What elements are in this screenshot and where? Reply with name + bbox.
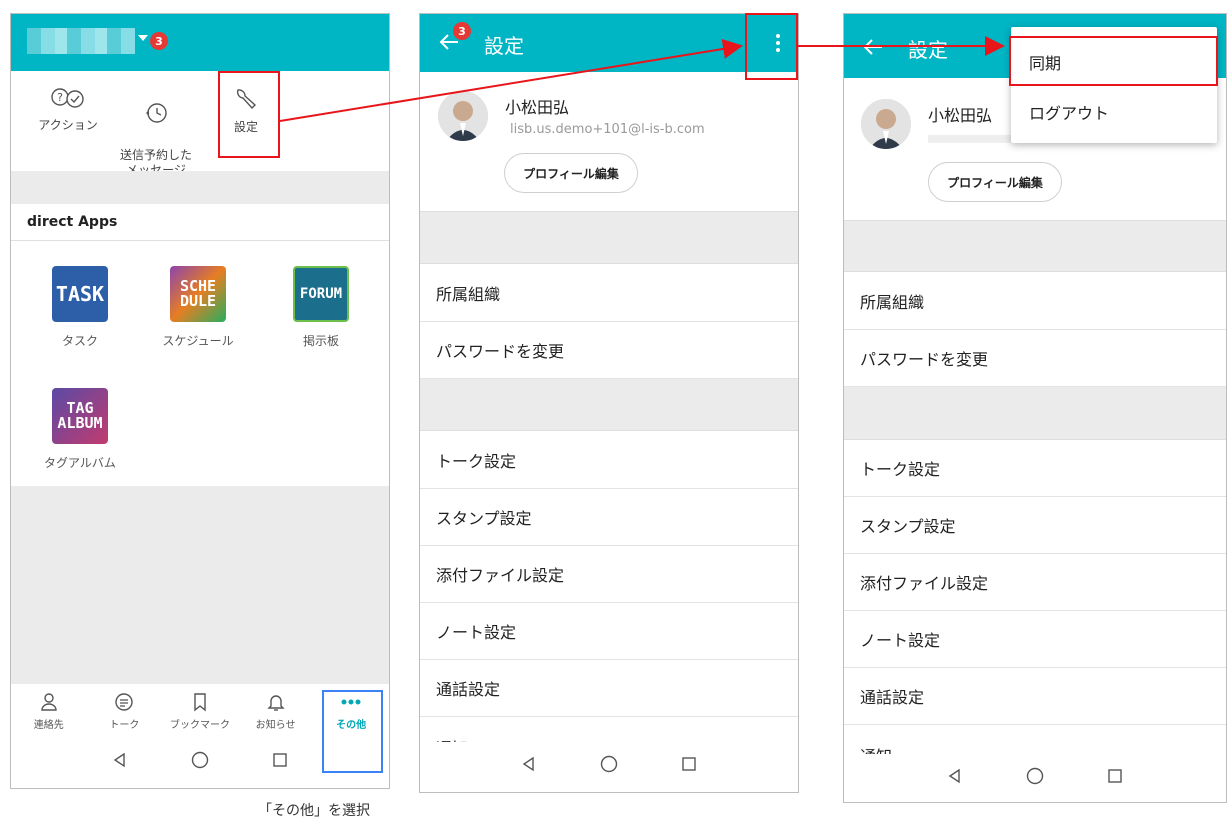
arrow-to-kebab — [279, 39, 743, 122]
annotation-arrows — [279, 36, 1005, 122]
caption: 「その他」を選択 — [258, 803, 370, 819]
